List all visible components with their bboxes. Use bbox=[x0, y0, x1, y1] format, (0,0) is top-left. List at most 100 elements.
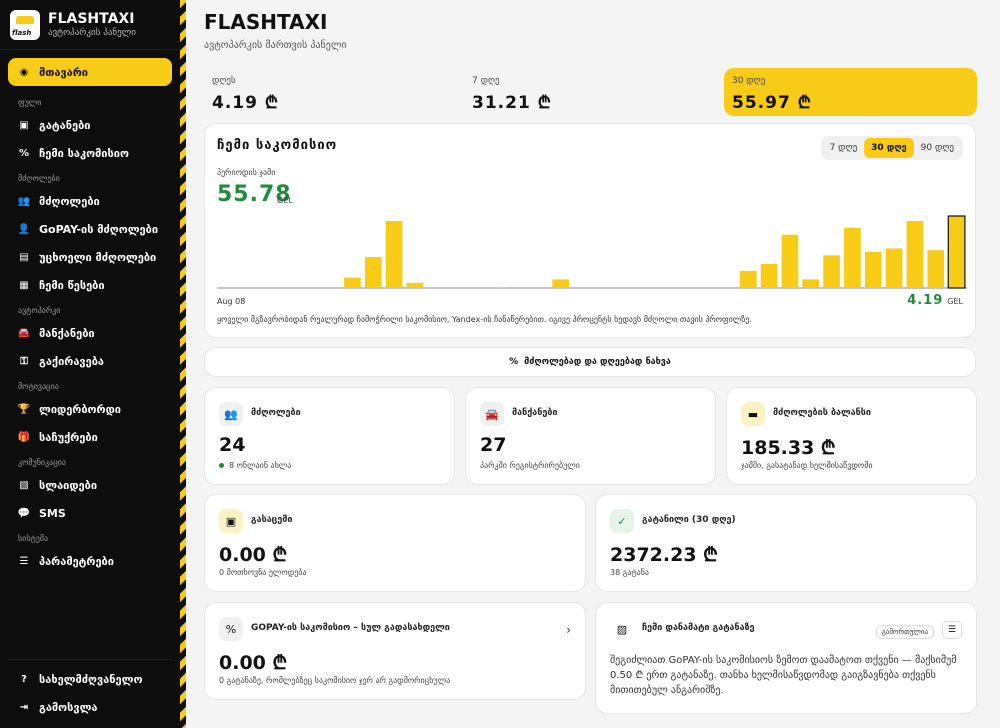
cash-stack-icon: ▨ bbox=[610, 617, 634, 641]
sliders-icon: ☰ bbox=[19, 556, 29, 567]
brand-logo: flash bbox=[10, 9, 40, 40]
sidebar-item-drivers[interactable]: 👥 მძღოლები bbox=[8, 188, 172, 215]
sidebar-item-logout[interactable]: ⇥ გამოსვლა bbox=[8, 694, 172, 721]
stat-drivers[interactable]: 👥 მძღოლები 24 8 ონლაინ ახლა bbox=[204, 387, 455, 485]
period-total-unit: GEL bbox=[277, 196, 293, 205]
stat-title: მანქანები bbox=[512, 408, 558, 418]
main-content: FLASHTAXI ავტოპარკის მართვის პანელი დღეს… bbox=[196, 0, 1000, 728]
sidebar-item-guide[interactable]: ? სახელმძღვანელო bbox=[8, 666, 172, 693]
chart-bar[interactable] bbox=[344, 277, 361, 288]
chart-bar[interactable] bbox=[844, 227, 861, 288]
chart-bar[interactable] bbox=[885, 248, 903, 288]
stat-title: მძღოლების ბალანსი bbox=[773, 408, 871, 418]
chart-bar[interactable] bbox=[552, 279, 570, 288]
stat-balance[interactable]: ▬ მძღოლების ბალანსი 185.33 ₾ ჯამში, გასა… bbox=[726, 387, 977, 485]
images-icon: ▧ bbox=[19, 480, 29, 491]
commission-bar-chart bbox=[217, 215, 967, 289]
stat-title: GOPAY-ის საკომისიო – სულ გადასახდელი bbox=[251, 623, 450, 633]
cash-icon: ▣ bbox=[19, 120, 29, 131]
taxi-icon bbox=[16, 15, 34, 24]
car-icon: 🚘 bbox=[480, 402, 504, 426]
tab-7-days[interactable]: 7 დღე bbox=[823, 138, 865, 158]
brand: flash FLASHTAXI ავტოპარკის პანელი bbox=[0, 0, 180, 50]
sidebar-item-label: სახელმძღვანელო bbox=[39, 673, 143, 686]
user-plus-icon: 👤 bbox=[17, 224, 31, 235]
section-drivers: მძღოლები bbox=[18, 174, 60, 183]
chart-bar[interactable] bbox=[739, 270, 757, 288]
period-value: 55.97 ₾ bbox=[732, 93, 812, 113]
sidebar-item-label: მანქანები bbox=[39, 327, 95, 340]
stat-title: გატანილი (30 დღე) bbox=[642, 515, 736, 525]
stat-gopay-commission[interactable]: % GOPAY-ის საკომისიო – სულ გადასახდელი ›… bbox=[204, 602, 586, 700]
sidebar-item-gopay-drivers[interactable]: 👤 GoPAY-ის მძღოლები bbox=[8, 216, 172, 243]
section-communication: კომუნიკაცია bbox=[18, 458, 66, 467]
chart-bar[interactable] bbox=[364, 257, 382, 288]
sidebar-item-label: ლიდერბორდი bbox=[39, 403, 121, 416]
stat-cars[interactable]: 🚘 მანქანები 27 პარკში რეგისტრირებული bbox=[465, 387, 716, 485]
promo-card: ▨ ჩემი დანამატი გატანაზე გამორთულია ☰ შე… bbox=[595, 602, 977, 714]
commission-title: ჩემი საკომისიო bbox=[217, 138, 338, 153]
sidebar-item-home[interactable]: ◉ მთავარი bbox=[8, 58, 172, 86]
sidebar-item-slides[interactable]: ▧ სლაიდები bbox=[8, 472, 172, 499]
page-subtitle: ავტოპარკის მართვის პანელი bbox=[204, 40, 347, 51]
chart-bar[interactable] bbox=[406, 282, 424, 288]
promo-text: შეგიძლიათ GoPAY-ის საკომისიოს ზემოთ დაამ… bbox=[610, 655, 957, 696]
chart-bar[interactable] bbox=[864, 251, 882, 288]
chart-bar[interactable] bbox=[802, 279, 820, 288]
chart-bar[interactable] bbox=[823, 255, 840, 288]
users-icon: 👥 bbox=[17, 196, 31, 207]
period-label: დღეს bbox=[212, 76, 236, 86]
stat-sub: 8 ონლაინ ახლა bbox=[219, 461, 291, 470]
sidebar-item-rental[interactable]: ⚿ გაქირავება bbox=[8, 348, 172, 375]
document-icon: ▦ bbox=[19, 280, 29, 291]
chart-bar[interactable] bbox=[760, 263, 778, 288]
sidebar-item-cars[interactable]: 🚘 მანქანები bbox=[8, 320, 172, 347]
sidebar-item-label: გატანები bbox=[39, 119, 91, 132]
period-today[interactable]: დღეს 4.19 ₾ bbox=[204, 68, 454, 116]
stat-value: 185.33 ₾ bbox=[741, 437, 836, 459]
stat-value: 27 bbox=[480, 434, 507, 456]
chart-bar[interactable] bbox=[927, 250, 945, 288]
sidebar-item-trips[interactable]: ▣ გატანები bbox=[8, 112, 172, 139]
stat-sub: 38 გატანა bbox=[610, 568, 649, 577]
chart-bar[interactable] bbox=[906, 220, 924, 288]
chart-last-value: 4.19 GEL bbox=[907, 293, 963, 308]
percent-icon: % bbox=[219, 617, 243, 641]
car-icon: 🚘 bbox=[17, 328, 31, 339]
sidebar-item-gifts[interactable]: 🎁 საჩუქრები bbox=[8, 424, 172, 451]
help-icon: ? bbox=[21, 674, 27, 685]
sidebar-item-commission[interactable]: % ჩემი საკომისიო bbox=[8, 140, 172, 167]
last-value-unit: GEL bbox=[947, 297, 963, 306]
stat-expenses[interactable]: ▣ გასაცემი 0.00 ₾ 0 მოთხოვნა ელოდება bbox=[204, 494, 586, 592]
sidebar-footer: ? სახელმძღვანელო ⇥ გამოსვლა bbox=[8, 659, 172, 722]
sidebar-item-sms[interactable]: 💬 SMS bbox=[8, 500, 172, 527]
period-value: 31.21 ₾ bbox=[472, 93, 552, 113]
chart-bar[interactable] bbox=[385, 220, 403, 288]
period-30-days[interactable]: 30 დღე 55.97 ₾ bbox=[724, 68, 977, 116]
settings-sliders-icon[interactable]: ☰ bbox=[942, 621, 962, 639]
tab-90-days[interactable]: 90 დღე bbox=[914, 138, 961, 158]
period-7-days[interactable]: 7 დღე 31.21 ₾ bbox=[464, 68, 714, 116]
page-title: FLASHTAXI bbox=[204, 10, 328, 34]
stat-sub: 0 გატანაზე, რომლებზეც საკომისიო ჯერ არ გ… bbox=[219, 676, 451, 685]
chart-bar[interactable] bbox=[781, 234, 799, 288]
sidebar-item-settings[interactable]: ☰ პარამეტრები bbox=[8, 548, 172, 575]
sidebar-item-foreign-drivers[interactable]: ▤ უცხოელი მძღოლები bbox=[8, 244, 172, 271]
promo-title: ჩემი დანამატი გატანაზე bbox=[642, 623, 755, 633]
trophy-icon: 🏆 bbox=[17, 404, 31, 415]
sidebar-item-label: ჩემი საკომისიო bbox=[39, 147, 129, 160]
chart-bar-today[interactable] bbox=[947, 215, 966, 289]
tab-30-days[interactable]: 30 დღე bbox=[864, 138, 914, 158]
period-label: 30 დღე bbox=[732, 76, 766, 86]
stat-value: 0.00 ₾ bbox=[219, 652, 288, 674]
chat-icon: 💬 bbox=[17, 508, 31, 519]
stat-withdrawn[interactable]: ✓ გატანილი (30 დღე) 2372.23 ₾ 38 გატანა bbox=[595, 494, 977, 592]
brand-subtitle: ავტოპარკის პანელი bbox=[48, 27, 136, 38]
sidebar-item-rules[interactable]: ▦ ჩემი წესები bbox=[8, 272, 172, 299]
period-value: 4.19 ₾ bbox=[212, 93, 279, 113]
users-icon: 👥 bbox=[219, 402, 243, 426]
drivers-days-button[interactable]: % მძღოლებად და დღეებად ნახვა bbox=[204, 347, 976, 377]
sidebar-item-label: სლაიდები bbox=[39, 479, 98, 492]
sidebar-item-leaderboard[interactable]: 🏆 ლიდერბორდი bbox=[8, 396, 172, 423]
chart-bar[interactable] bbox=[489, 287, 507, 288]
